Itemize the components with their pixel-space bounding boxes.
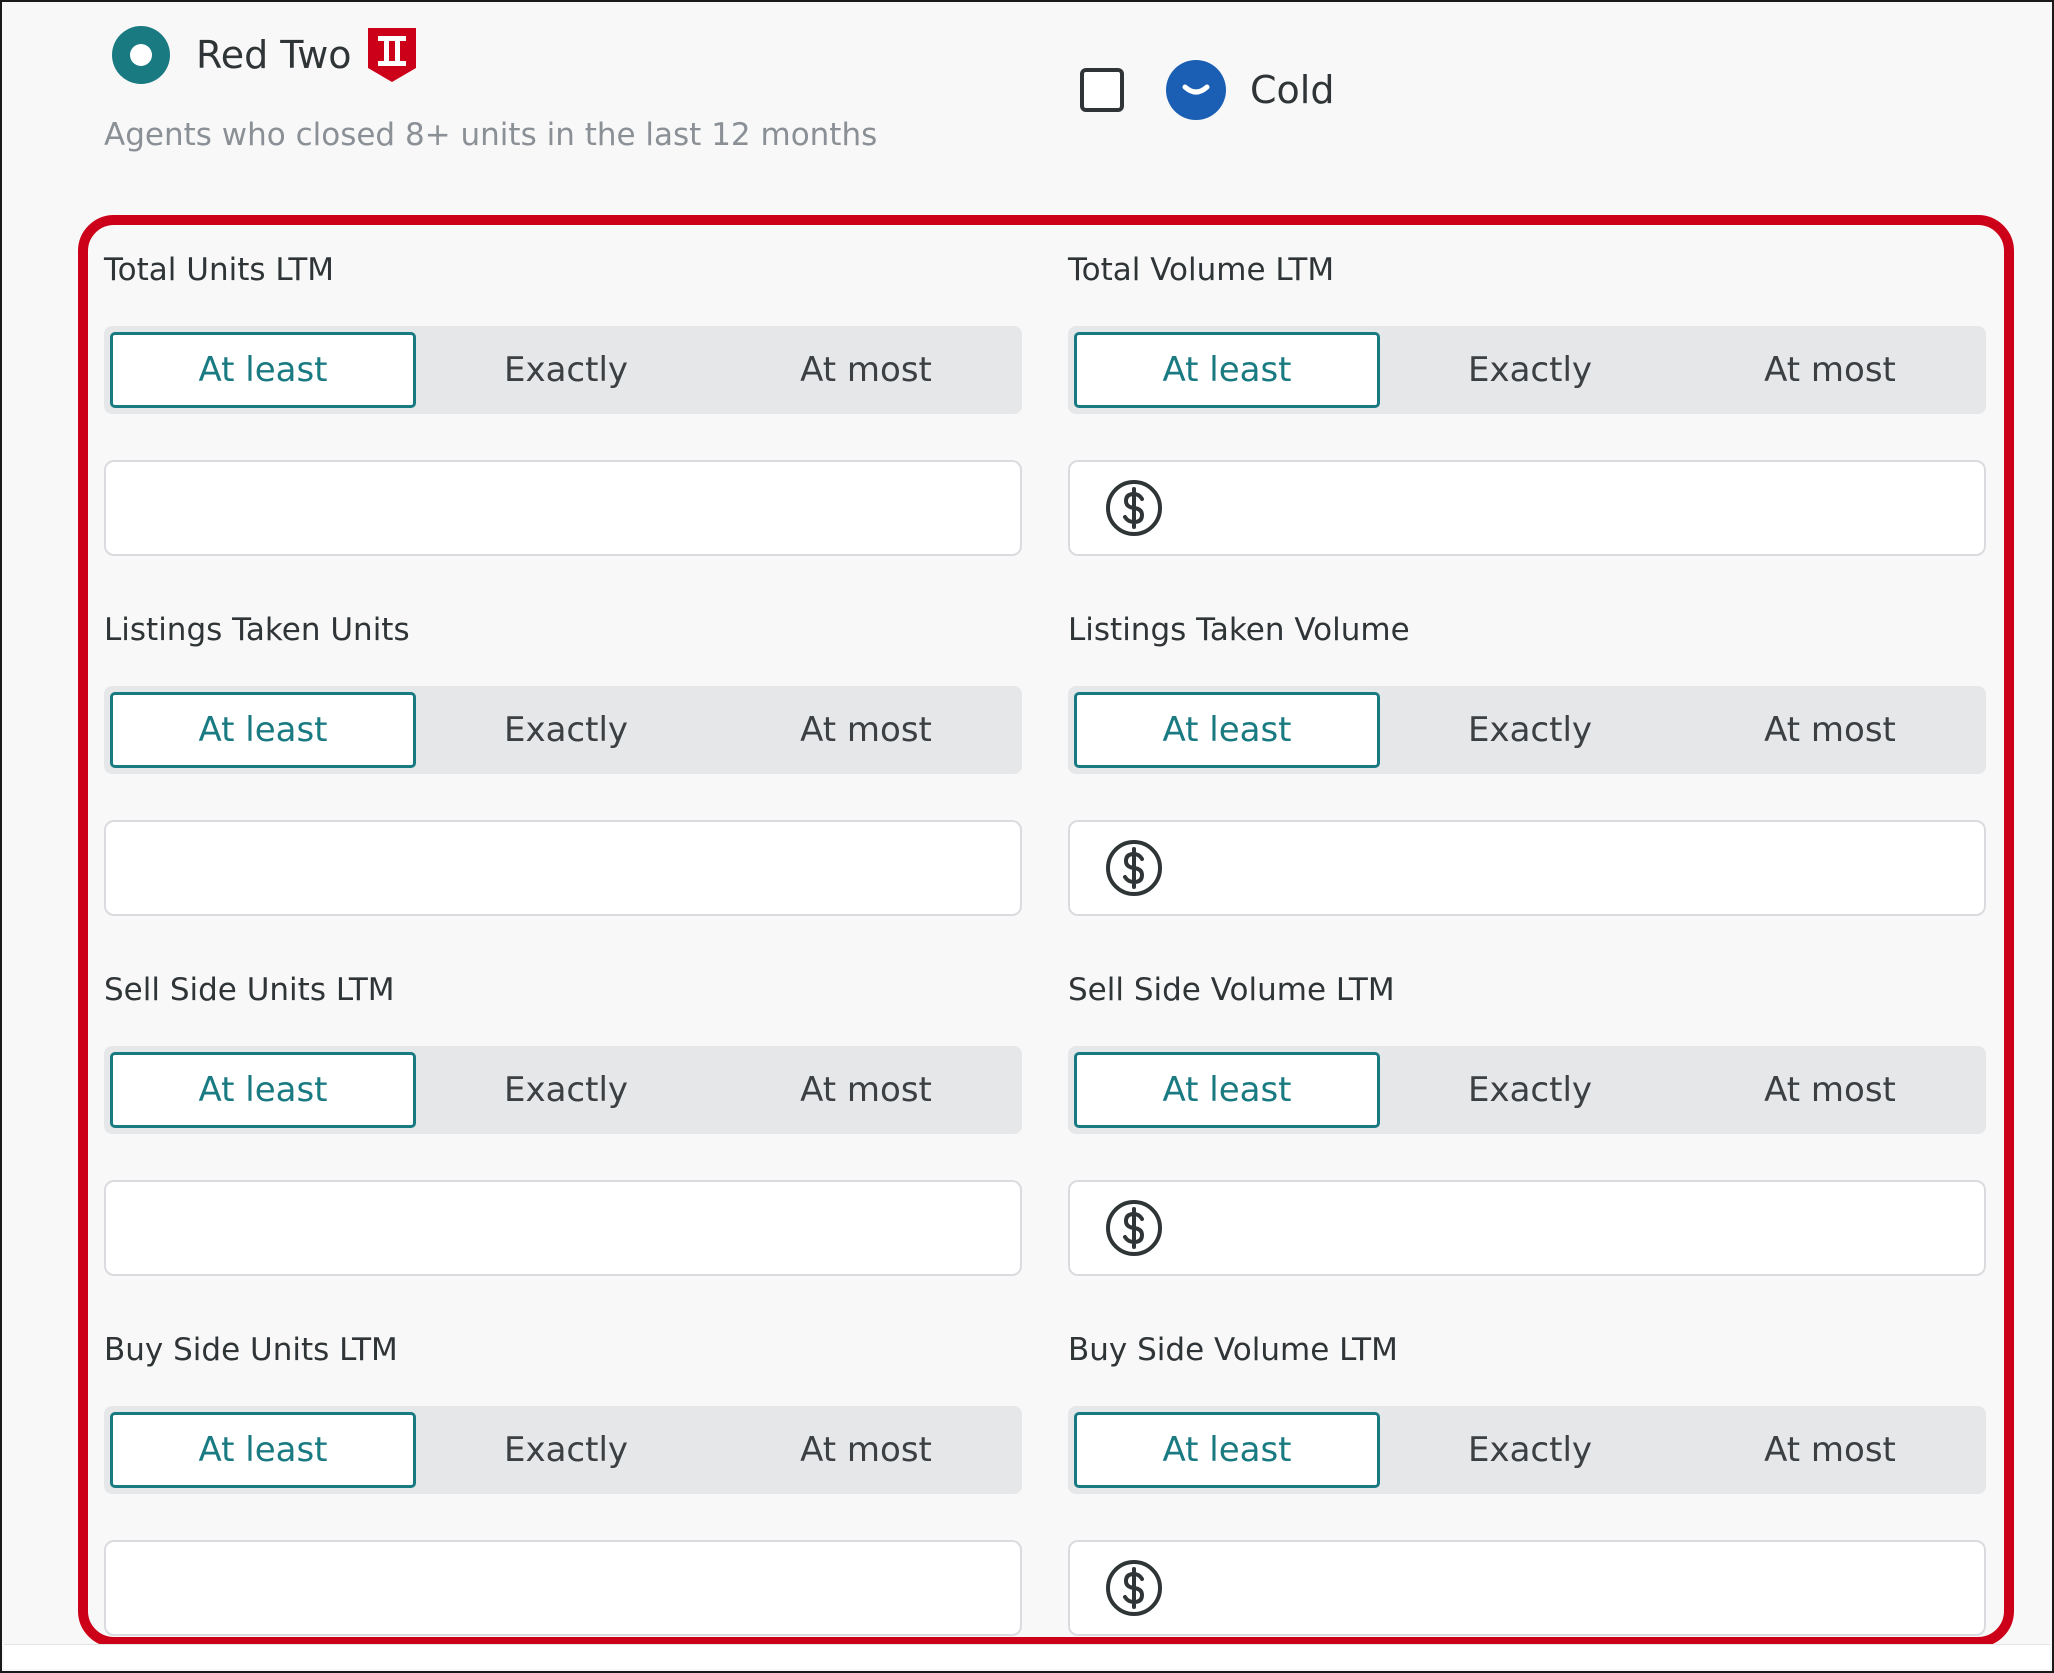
- comparator-at-most-button[interactable]: At most: [1680, 332, 1980, 408]
- comparator-at-least-button[interactable]: At least: [110, 692, 416, 768]
- comparator-at-most-button[interactable]: At most: [716, 692, 1016, 768]
- comparator-at-least-button[interactable]: At least: [1074, 332, 1380, 408]
- total-volume-ltm-input[interactable]: [1180, 461, 1984, 555]
- comparator-at-most-button[interactable]: At most: [1680, 1052, 1980, 1128]
- field-input-box[interactable]: [104, 1180, 1022, 1276]
- comparator-at-least-button[interactable]: At least: [110, 332, 416, 408]
- comparator-at-least-button[interactable]: At least: [1074, 1052, 1380, 1128]
- field-input-box[interactable]: [1068, 1180, 1986, 1276]
- comparator-segmented-control: At least Exactly At most: [1068, 326, 1986, 414]
- comparator-exactly-button[interactable]: Exactly: [1380, 1052, 1680, 1128]
- field-label: Total Units LTM: [104, 252, 335, 288]
- radio-selected-icon[interactable]: [112, 26, 170, 84]
- field-sell-side-volume-ltm: Sell Side Volume LTM At least Exactly At m…: [1068, 970, 1986, 1276]
- comparator-at-most-button[interactable]: At most: [716, 332, 1016, 408]
- field-listings-taken-units: Listings Taken Units At least Exactly At m…: [104, 610, 1022, 916]
- field-buy-side-volume-ltm: Buy Side Volume LTM At least Exactly At mo…: [1068, 1330, 1986, 1636]
- field-total-volume-ltm: Total Volume LTM At least Exactly At most: [1068, 250, 1986, 556]
- comparator-segmented-control: At least Exactly At most: [104, 686, 1022, 774]
- comparator-at-least-button[interactable]: At least: [1074, 1412, 1380, 1488]
- field-label: Total Volume LTM: [1068, 252, 1335, 288]
- field-listings-taken-volume: Listings Taken Volume At least Exactly At …: [1068, 610, 1986, 916]
- dollar-circle-icon: [1106, 480, 1162, 536]
- listings-taken-volume-input[interactable]: [1180, 821, 1984, 915]
- comparator-at-most-button[interactable]: At most: [716, 1052, 1016, 1128]
- comparator-at-least-button[interactable]: At least: [110, 1412, 416, 1488]
- field-label: Sell Side Volume LTM: [1068, 972, 1395, 1008]
- segment-header: Red Two: [112, 26, 418, 84]
- field-input-box[interactable]: [1068, 1540, 1986, 1636]
- field-sell-side-units-ltm: Sell Side Units LTM At least Exactly At mo…: [104, 970, 1022, 1276]
- field-input-box[interactable]: [104, 820, 1022, 916]
- comparator-at-most-button[interactable]: At most: [1680, 1412, 1980, 1488]
- field-total-units-ltm: Total Units LTM At least Exactly At most: [104, 250, 1022, 556]
- sell-side-units-ltm-input[interactable]: [140, 1181, 1020, 1275]
- dollar-circle-icon: [1106, 1200, 1162, 1256]
- field-buy-side-units-ltm: Buy Side Units LTM At least Exactly At mos…: [104, 1330, 1022, 1636]
- comparator-at-least-button[interactable]: At least: [110, 1052, 416, 1128]
- field-label: Buy Side Units LTM: [104, 1332, 398, 1368]
- buy-side-volume-ltm-input[interactable]: [1180, 1541, 1984, 1635]
- field-label: Listings Taken Volume: [1068, 612, 1410, 648]
- bottom-divider: [4, 1644, 2050, 1669]
- comparator-exactly-button[interactable]: Exactly: [416, 1412, 716, 1488]
- comparator-exactly-button[interactable]: Exactly: [1380, 332, 1680, 408]
- temperature-row: Cold: [1080, 60, 1334, 120]
- buy-side-units-ltm-input[interactable]: [140, 1541, 1020, 1635]
- field-input-box[interactable]: [1068, 820, 1986, 916]
- comparator-exactly-button[interactable]: Exactly: [1380, 1412, 1680, 1488]
- segment-description: Agents who closed 8+ units in the last 1…: [104, 117, 878, 153]
- temperature-label: Cold: [1250, 68, 1335, 112]
- field-label: Listings Taken Units: [104, 612, 410, 648]
- sell-side-volume-ltm-input[interactable]: [1180, 1181, 1984, 1275]
- cold-checkbox[interactable]: [1080, 68, 1124, 112]
- comparator-at-most-button[interactable]: At most: [1680, 692, 1980, 768]
- comparator-segmented-control: At least Exactly At most: [104, 326, 1022, 414]
- field-label: Buy Side Volume LTM: [1068, 1332, 1398, 1368]
- total-units-ltm-input[interactable]: [140, 461, 1020, 555]
- dollar-circle-icon: [1106, 840, 1162, 896]
- comparator-segmented-control: At least Exactly At most: [1068, 686, 1986, 774]
- field-input-box[interactable]: [104, 1540, 1022, 1636]
- comparator-segmented-control: At least Exactly At most: [1068, 1406, 1986, 1494]
- chevron-down-circle-icon: [1166, 60, 1226, 120]
- comparator-exactly-button[interactable]: Exactly: [1380, 692, 1680, 768]
- comparator-segmented-control: At least Exactly At most: [104, 1046, 1022, 1134]
- field-label: Sell Side Units LTM: [104, 972, 395, 1008]
- comparator-exactly-button[interactable]: Exactly: [416, 1052, 716, 1128]
- comparator-segmented-control: At least Exactly At most: [1068, 1046, 1986, 1134]
- red-two-shield-icon: [367, 28, 416, 82]
- comparator-at-most-button[interactable]: At most: [716, 1412, 1016, 1488]
- field-input-box[interactable]: [104, 460, 1022, 556]
- filter-panel: Red Two Agents who closed 8+ units in th…: [0, 0, 2054, 1673]
- comparator-segmented-control: At least Exactly At most: [104, 1406, 1022, 1494]
- field-input-box[interactable]: [1068, 460, 1986, 556]
- comparator-exactly-button[interactable]: Exactly: [416, 692, 716, 768]
- comparator-exactly-button[interactable]: Exactly: [416, 332, 716, 408]
- dollar-circle-icon: [1106, 1560, 1162, 1616]
- listings-taken-units-input[interactable]: [140, 821, 1020, 915]
- comparator-at-least-button[interactable]: At least: [1074, 692, 1380, 768]
- segment-name: Red Two: [196, 33, 352, 77]
